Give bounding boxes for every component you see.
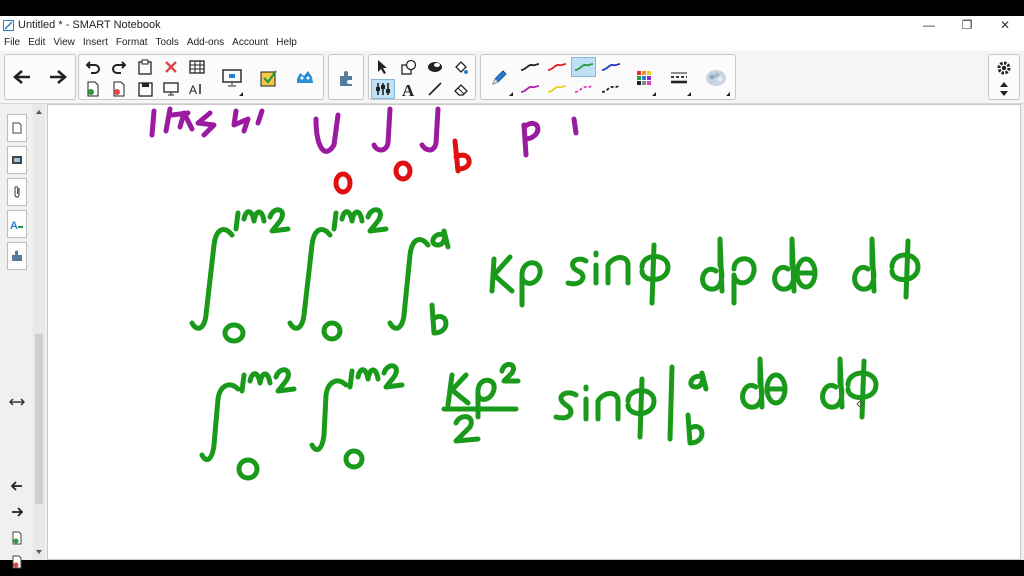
pen-swatch-3[interactable]: [571, 57, 596, 77]
pen-swatch-7[interactable]: [571, 79, 596, 99]
table-icon[interactable]: [186, 57, 208, 77]
pen-swatch-5[interactable]: [517, 79, 542, 99]
pen-icon[interactable]: [484, 63, 514, 93]
eraser-shape-icon[interactable]: [423, 57, 447, 77]
menu-help[interactable]: Help: [272, 37, 301, 48]
color-icon[interactable]: [631, 63, 657, 93]
side-tabs: A: [0, 104, 33, 569]
activity-builder-icon[interactable]: [291, 63, 319, 93]
menu-tools[interactable]: Tools: [152, 37, 183, 48]
vertical-scrollbar[interactable]: [33, 104, 45, 560]
delete-icon[interactable]: [160, 57, 182, 77]
close-button[interactable]: ✕: [986, 16, 1024, 34]
shapes-icon[interactable]: [397, 57, 421, 77]
undo-icon[interactable]: [82, 57, 104, 77]
menu-account[interactable]: Account: [228, 37, 272, 48]
eraser-icon[interactable]: [449, 79, 473, 99]
dropdown-indicator: [239, 92, 243, 96]
move-toolbar-icon[interactable]: [993, 79, 1015, 99]
main-toolbar: A A: [0, 51, 1024, 104]
paste-icon[interactable]: [134, 57, 156, 77]
lines-icon[interactable]: [423, 79, 447, 99]
window-controls: — ❐ ✕: [910, 16, 1024, 34]
whiteboard-canvas[interactable]: [47, 104, 1021, 560]
minimize-button[interactable]: —: [910, 16, 948, 34]
properties-icon[interactable]: [701, 63, 731, 93]
dropdown-indicator: [652, 92, 656, 96]
pen-swatch-4[interactable]: [598, 57, 623, 77]
title-bar: Untitled * - SMART Notebook — ❐ ✕: [0, 16, 1024, 34]
pen-swatch-2[interactable]: [544, 57, 569, 77]
previous-page-icon[interactable]: [9, 478, 25, 494]
menu-insert[interactable]: Insert: [79, 37, 112, 48]
redo-icon[interactable]: [108, 57, 130, 77]
pen-swatch-1[interactable]: [517, 57, 542, 77]
edit-group: A: [78, 54, 324, 100]
menu-view[interactable]: View: [49, 37, 79, 48]
text-icon[interactable]: A: [397, 79, 421, 99]
menu-edit[interactable]: Edit: [24, 37, 49, 48]
restore-button[interactable]: ❐: [948, 16, 986, 34]
menu-bar: File Edit View Insert Format Tools Add-o…: [0, 34, 1024, 51]
save-icon[interactable]: [134, 79, 156, 99]
svg-text:A: A: [189, 83, 197, 96]
menu-file[interactable]: File: [0, 37, 24, 48]
attachments-tab[interactable]: [7, 178, 27, 206]
menu-format[interactable]: Format: [112, 37, 152, 48]
dropdown-indicator: [687, 92, 691, 96]
tools-group: A: [368, 54, 476, 100]
app-window: Untitled * - SMART Notebook — ❐ ✕ File E…: [0, 16, 1024, 569]
pen-swatch-6[interactable]: [544, 79, 569, 99]
ink-stroke: [333, 138, 472, 195]
clear-page-icon[interactable]: [108, 79, 130, 99]
navigation-group: [4, 54, 76, 100]
settings-group: [988, 54, 1020, 100]
back-arrow-icon[interactable]: [7, 62, 37, 92]
select-icon[interactable]: [371, 57, 395, 77]
svg-text:A: A: [10, 220, 18, 230]
ink-stroke: [189, 207, 921, 344]
dropdown-indicator: [726, 92, 730, 96]
addons-group: [328, 54, 364, 100]
dropdown-indicator: [509, 92, 513, 96]
resize-sidebar-icon[interactable]: [9, 394, 25, 410]
menu-addons[interactable]: Add-ons: [183, 37, 228, 48]
add-page-icon[interactable]: [82, 79, 104, 99]
page-sorter-tab[interactable]: [7, 114, 27, 142]
svg-text:A: A: [402, 81, 415, 97]
text-to-speech-icon[interactable]: A: [186, 79, 208, 99]
forward-arrow-icon[interactable]: [43, 62, 73, 92]
ink-stroke: [149, 106, 579, 158]
add-page-side-icon[interactable]: [9, 530, 25, 546]
fill-icon[interactable]: [449, 57, 473, 77]
delete-page-side-icon[interactable]: [9, 554, 25, 570]
gallery-tab[interactable]: [7, 146, 27, 174]
line-style-icon[interactable]: [666, 63, 692, 93]
addons-tab[interactable]: [7, 242, 27, 270]
next-page-icon[interactable]: [9, 504, 25, 520]
addons-icon[interactable]: [332, 63, 360, 93]
fullscreen-icon[interactable]: [218, 63, 246, 93]
response-icon[interactable]: [255, 63, 283, 93]
properties-tab[interactable]: A: [7, 210, 27, 238]
pen-group: [480, 54, 736, 100]
magic-pen-icon[interactable]: [371, 79, 395, 99]
settings-icon[interactable]: [993, 58, 1015, 78]
smart-notebook-icon: [3, 19, 14, 31]
window-title: Untitled * - SMART Notebook: [18, 19, 161, 31]
pen-swatch-8[interactable]: [598, 79, 623, 99]
ink-stroke: [199, 356, 879, 481]
screen-shade-icon[interactable]: [160, 79, 182, 99]
